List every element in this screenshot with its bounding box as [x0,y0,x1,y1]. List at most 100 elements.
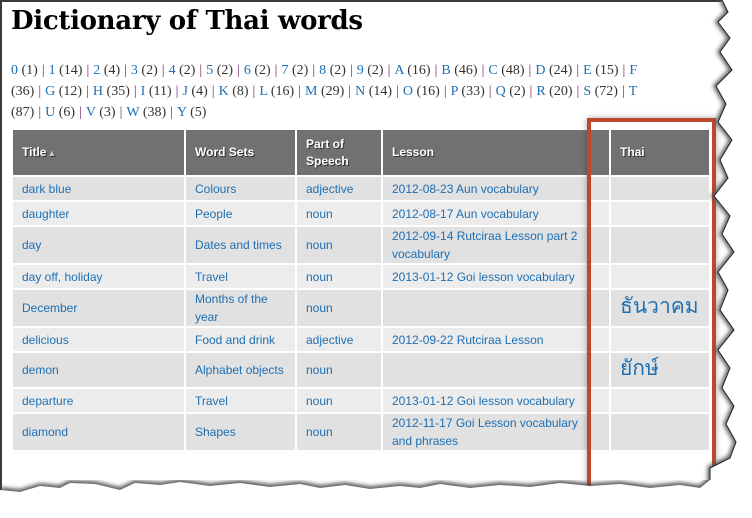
index-letter-link[interactable]: F [629,63,637,78]
index-letter-count: (46) [454,63,478,78]
cell-title-text[interactable]: day [22,238,41,252]
index-letter-count: (2) [254,63,271,78]
column-header-lesson[interactable]: Lesson [382,130,611,176]
cell-part-of-speech: noun [296,263,383,289]
cell-lesson: 2013-01-12 Goi lesson vocabulary [382,387,611,413]
index-letter-link[interactable]: L [259,84,267,99]
index-letter-link[interactable]: W [126,105,139,120]
column-header-title[interactable]: Title▲ [13,130,186,176]
index-letter-count: (24) [548,63,573,78]
index-letter-link[interactable]: 1 [49,63,56,78]
cell-word-set-text[interactable]: Travel [195,394,228,408]
cell-word-set-text[interactable]: Travel [195,270,228,284]
cell-part-of-speech: adjective [296,326,383,352]
cell-part-of-speech: noun [296,200,383,226]
index-letter-link[interactable]: 7 [281,63,288,78]
cell-word-set-text[interactable]: Alphabet objects [195,363,284,377]
index-letter-link[interactable]: C [488,63,497,78]
cell-lesson-text[interactable]: 2012-09-14 Rutciraa Lesson part 2 vocabu… [392,229,577,261]
index-letter-link[interactable]: 6 [244,63,251,78]
index-letter-link[interactable]: 8 [319,63,326,78]
index-separator: | [387,63,391,78]
index-letter-count: (48) [501,63,525,78]
index-letter-link[interactable]: 3 [131,63,138,78]
cell-title-text[interactable]: diamond [22,425,68,439]
column-header-thai[interactable]: Thai [610,130,711,176]
index-letter-link[interactable]: T [629,84,637,99]
index-letter-link[interactable]: M [305,84,317,99]
cell-word-set-text[interactable]: Food and drink [195,333,275,347]
index-separator: | [199,63,203,78]
table-header-row: Title▲ Word Sets Part of Speech Lesson T… [13,130,711,176]
cell-lesson-text[interactable]: 2012-11-17 Goi Lesson vocabulary and phr… [392,416,578,448]
index-letter-link[interactable]: Q [496,84,506,99]
cell-title-text[interactable]: day off, holiday [22,270,103,284]
cell-lesson-text[interactable]: 2012-09-22 Rutciraa Lesson [392,333,543,347]
index-letter-link[interactable]: U [45,105,55,120]
table-row: daughter People noun 2012-08-17 Aun vocabul… [13,200,711,226]
index-letter-count: (16) [407,63,431,78]
cell-word-set-text[interactable]: Shapes [195,425,236,439]
cell-word-set-text[interactable]: Months of the year [195,292,268,324]
cell-word-set-text[interactable]: Colours [195,182,236,196]
index-letter-link[interactable]: I [141,84,146,99]
cell-part-of-speech: adjective [296,175,383,201]
index-letter-count: (35) [106,84,130,99]
cell-title: December [13,288,186,327]
column-lesson-label: Lesson [392,145,435,159]
index-letter-link[interactable]: S [583,84,591,99]
index-letter-link[interactable]: V [86,105,96,120]
cell-lesson-text[interactable]: 2013-01-12 Goi lesson vocabulary [392,394,575,408]
column-header-part-of-speech[interactable]: Part of Speech [296,130,383,176]
index-letter-link[interactable]: 2 [93,63,100,78]
index-letter-link[interactable]: R [536,84,545,99]
index-letter-link[interactable]: P [451,84,458,99]
column-word-sets-label: Word Sets [195,145,255,159]
cell-title-text[interactable]: demon [22,363,59,377]
cell-title-text[interactable]: December [22,301,77,315]
table-row: demon Alphabet objects noun ยักษ์ [13,351,711,388]
cell-part-of-speech: noun [296,351,383,388]
index-separator: | [86,84,89,99]
cell-lesson-text[interactable]: 2012-08-17 Aun vocabulary [392,207,539,221]
index-letter-link[interactable]: 9 [357,63,364,78]
cell-word-set-text[interactable]: Dates and times [195,238,282,252]
index-letter-link[interactable]: Y [177,105,187,120]
index-letter-link[interactable]: H [93,84,103,99]
index-letter-link[interactable]: 4 [169,63,176,78]
index-letter-link[interactable]: A [394,63,403,78]
cell-lesson-text[interactable]: 2013-01-12 Goi lesson vocabulary [392,270,575,284]
column-header-word-sets[interactable]: Word Sets [185,130,297,176]
index-separator: | [124,63,127,78]
index-letter-link[interactable]: G [45,84,55,99]
cell-title-text[interactable]: delicious [22,333,69,347]
index-letter-link[interactable]: J [182,84,187,99]
index-letter-link[interactable]: 5 [206,63,213,78]
dictionary-table: Title▲ Word Sets Part of Speech Lesson T… [13,130,711,450]
index-separator: | [349,63,353,78]
index-letter-count: (1) [21,63,38,78]
index-letter-link[interactable]: 0 [11,63,18,78]
index-letter-link[interactable]: B [441,63,450,78]
index-separator: | [252,84,256,99]
index-separator: | [298,84,302,99]
index-letter-link[interactable]: O [403,84,413,99]
cell-title-text[interactable]: departure [22,394,73,408]
cell-word-set: Travel [185,263,297,289]
table-row: dark blue Colours adjective 2012-08-23 Aun … [13,175,711,201]
cell-title-text[interactable]: dark blue [22,182,71,196]
cell-word-set-text[interactable]: People [195,207,232,221]
index-letter-link[interactable]: D [535,63,545,78]
column-title-label: Title [22,144,47,159]
cell-title-text[interactable]: daughter [22,207,69,221]
index-letter-link[interactable]: N [355,84,365,99]
cell-part-of-speech-text: adjective [306,181,354,196]
index-letter-link[interactable]: K [219,84,229,99]
column-thai-label: Thai [620,145,645,159]
cell-lesson-text[interactable]: 2012-08-23 Aun vocabulary [392,182,539,196]
table-row: day Dates and times noun 2012-09-14 Rutcira… [13,225,711,264]
index-letter-link[interactable]: E [583,63,592,78]
cell-word-set: Dates and times [185,225,297,264]
index-separator: | [119,105,123,120]
cell-title: demon [13,351,186,388]
